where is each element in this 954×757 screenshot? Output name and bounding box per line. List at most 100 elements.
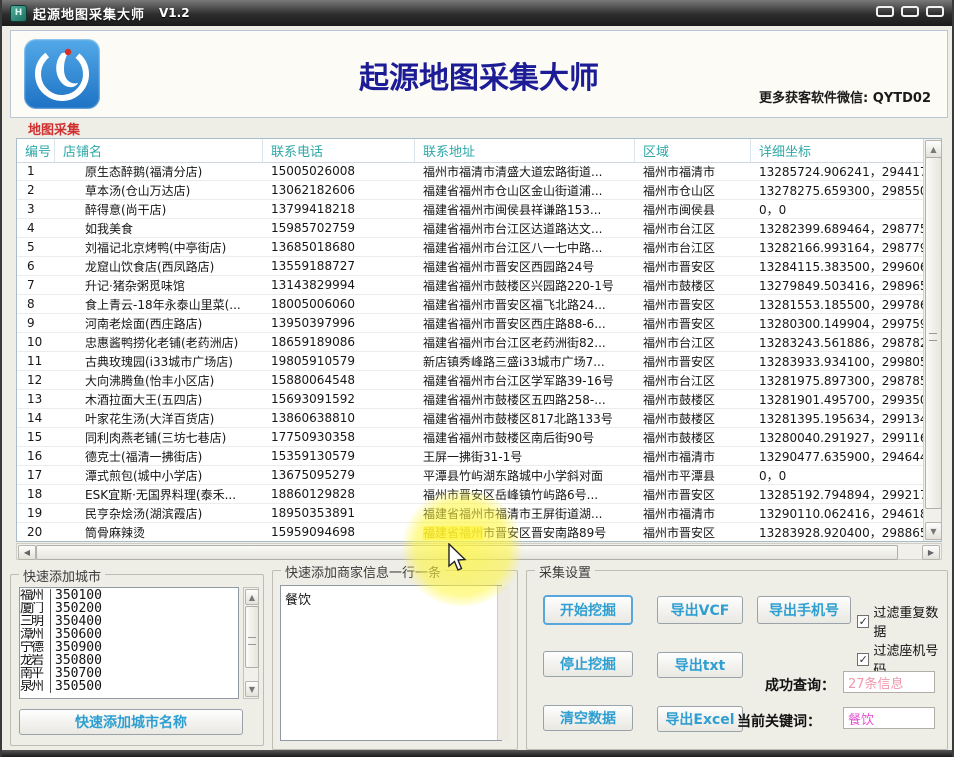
cell-address: 福建省福州市台江区老药洲街82... (415, 334, 635, 351)
scroll-left-icon[interactable]: ◀ (18, 545, 36, 560)
table-row[interactable]: 17潭式煎包(城中小学店)13675095279平潭县竹屿湖东路城中小学斜对面福… (17, 466, 923, 485)
city-name: 南平 (20, 667, 51, 680)
table-body: 1原生态醉鹅(福清分店)15005026008福州市福清市清盛大道宏路街道...… (17, 162, 923, 541)
merchant-textarea[interactable]: 餐饮 (280, 585, 502, 741)
cell-name: 古典玫瑰园(i33城市广场店) (55, 353, 263, 370)
maximize-button[interactable] (901, 6, 919, 17)
success-query-field[interactable]: 27条信息 (843, 671, 935, 693)
table-row[interactable]: 2草本汤(仓山万达店)13062182606福建省福州市仓山区金山街道浦...福… (17, 181, 923, 200)
cell-phone: 18950353891 (263, 506, 415, 520)
city-scroll-thumb[interactable] (245, 606, 259, 668)
table-row[interactable]: 15同利肉燕老铺(三坊七巷店)17750930358福建省福州市鼓楼区南后街90… (17, 428, 923, 447)
city-item[interactable]: 龙岩350800 (20, 654, 238, 667)
cell-name: 刘福记北京烤鸭(中亭街店) (55, 239, 263, 256)
stop-mining-button[interactable]: 停止挖掘 (543, 651, 633, 677)
col-header-region[interactable]: 区域 (635, 139, 751, 162)
col-header-phone[interactable]: 联系电话 (263, 139, 415, 162)
city-item[interactable]: 厦门350200 (20, 602, 238, 615)
city-item[interactable]: 泉州350500 (20, 680, 238, 693)
col-header-coords[interactable]: 详细坐标 (751, 139, 923, 162)
checkbox-checked-icon[interactable]: ✓ (857, 653, 869, 666)
cell-address: 福建省福州市晋安区福飞北路24... (415, 296, 635, 313)
cell-id: 13 (17, 392, 55, 406)
cell-region: 福州市仓山区 (635, 182, 751, 199)
filter-duplicate-checkbox[interactable]: ✓ 过滤重复数据 (857, 602, 947, 640)
scroll-up-icon[interactable]: ▲ (925, 140, 942, 158)
city-item[interactable]: 漳州350600 (20, 628, 238, 641)
cell-id: 4 (17, 221, 55, 235)
settings-title: 采集设置 (535, 562, 595, 581)
table-row[interactable]: 1原生态醉鹅(福清分店)15005026008福州市福清市清盛大道宏路街道...… (17, 162, 923, 181)
city-name: 福州 (20, 589, 51, 602)
export-phone-button[interactable]: 导出手机号 (757, 596, 851, 624)
table-row[interactable]: 16德克士(福清一拂街店)15359130579王屏一拂街31-1号福州市福清市… (17, 447, 923, 466)
current-keyword-field[interactable]: 餐饮 (843, 707, 935, 729)
col-header-address[interactable]: 联系地址 (415, 139, 635, 162)
table-row[interactable]: 13木酒拉面大王(五四店)15693091592福建省福州市鼓楼区五四路258-… (17, 390, 923, 409)
checkbox-checked-icon[interactable]: ✓ (857, 615, 869, 628)
merchant-scrollbar[interactable] (497, 586, 509, 740)
table-vertical-scrollbar[interactable]: ▲ ▼ (923, 139, 941, 541)
table-row[interactable]: 5刘福记北京烤鸭(中亭街店)13685018680福建省福州市台江区八一七中路.… (17, 238, 923, 257)
cell-coords: 13280300.149904，2997599. (751, 315, 923, 332)
export-txt-button[interactable]: 导出txt (657, 652, 743, 678)
cell-coords: 13278275.659300，2985507. (751, 182, 923, 199)
cell-address: 福建省福州市福清市王屏街道湖... (415, 505, 635, 522)
cell-address: 福州市晋安区岳峰镇竹屿路6号... (415, 486, 635, 503)
city-list-scrollbar[interactable]: ▲ ▼ (243, 587, 259, 699)
col-header-id[interactable]: 编号 (17, 139, 55, 162)
vertical-scroll-thumb[interactable] (925, 157, 942, 509)
city-item[interactable]: 宁德350900 (20, 641, 238, 654)
cell-address: 福建省福州市台江区八一七中路... (415, 239, 635, 256)
table-row[interactable]: 19民亨杂烩汤(湖滨霞店)18950353891福建省福州市福清市王屏街道湖..… (17, 504, 923, 523)
cell-name: 河南老烩面(西庄路店) (55, 315, 263, 332)
table-row[interactable]: 11古典玫瑰园(i33城市广场店)19805910579新店镇秀峰路三盛i33城… (17, 352, 923, 371)
export-vcf-button[interactable]: 导出VCF (657, 596, 743, 624)
table-row[interactable]: 12大向沸腾鱼(怡丰小区店)15880064548福建省福州市台江区学军路39-… (17, 371, 923, 390)
city-item[interactable]: 南平350700 (20, 667, 238, 680)
city-list[interactable]: 福州350100厦门350200三明350400漳州350600宁德350900… (19, 587, 239, 699)
cell-region: 福州市鼓楼区 (635, 429, 751, 446)
quick-city-groupbox: 快速添加城市 福州350100厦门350200三明350400漳州350600宁… (10, 574, 264, 746)
cell-phone: 13675095279 (263, 468, 415, 482)
tab-map-collect[interactable]: 地图采集 (28, 119, 80, 138)
start-mining-button[interactable]: 开始挖掘 (543, 595, 633, 625)
add-city-button[interactable]: 快速添加城市名称 (19, 709, 243, 735)
close-button[interactable] (926, 6, 944, 17)
scroll-down-icon[interactable]: ▼ (925, 522, 942, 540)
export-excel-button[interactable]: 导出Excel (657, 706, 743, 732)
cell-phone: 19805910579 (263, 354, 415, 368)
cell-address: 福建省福州市台江区学军路39-16号 (415, 372, 635, 389)
table-row[interactable]: 18ESK宜斯·无国界料理(泰禾...18860129828福州市晋安区岳峰镇竹… (17, 485, 923, 504)
table-row[interactable]: 4如我美食15985702759福建省福州市台江区达道路达文...福州市台江区1… (17, 219, 923, 238)
table-row[interactable]: 6龙窟山饮食店(西凤路店)13559188727福建省福州市晋安区西园路24号福… (17, 257, 923, 276)
table-row[interactable]: 7升记·猪杂粥觅味馆13143829994福建省福州市鼓楼区兴园路220-1号福… (17, 276, 923, 295)
window-bottom-edge (2, 750, 952, 757)
cell-id: 14 (17, 411, 55, 425)
table-row[interactable]: 8食上青云-18年永泰山里菜(...18005006060福建省福州市晋安区福飞… (17, 295, 923, 314)
cell-id: 8 (17, 297, 55, 311)
app-icon: H (10, 5, 27, 22)
city-item[interactable]: 福州350100 (20, 589, 238, 602)
cell-region: 福州市福清市 (635, 448, 751, 465)
city-item[interactable]: 三明350400 (20, 615, 238, 628)
quick-merchant-groupbox: 快速添加商家信息一行一条 餐饮 (272, 570, 518, 750)
scroll-up-icon[interactable]: ▲ (245, 589, 259, 605)
table-horizontal-scrollbar[interactable]: ◀ ▶ (16, 543, 942, 560)
table-row[interactable]: 14叶家花生汤(大洋百货店)13860638810福建省福州市鼓楼区817北路1… (17, 409, 923, 428)
clear-data-button[interactable]: 清空数据 (543, 705, 633, 731)
scroll-down-icon[interactable]: ▼ (245, 681, 259, 697)
col-header-name[interactable]: 店铺名 (55, 139, 263, 162)
table-row[interactable]: 9河南老烩面(西庄路店)13950397996福建省福州市晋安区西庄路88-6.… (17, 314, 923, 333)
table-row[interactable]: 3醉得意(尚干店)13799418218福建省福州市闽侯县祥谦路153...福州… (17, 200, 923, 219)
scroll-right-icon[interactable]: ▶ (922, 545, 940, 560)
cell-phone: 15985702759 (263, 221, 415, 235)
cell-id: 20 (17, 525, 55, 539)
minimize-button[interactable] (876, 6, 894, 17)
title-bar[interactable]: H 起源地图采集大师 V1.2 (2, 0, 952, 26)
city-name: 厦门 (20, 602, 51, 615)
cell-name: 潭式煎包(城中小学店) (55, 467, 263, 484)
table-row[interactable]: 10忠惠酱鸭捞化老铺(老药洲店)18659189086福建省福州市台江区老药洲街… (17, 333, 923, 352)
table-row[interactable]: 20筒骨麻辣烫15959094698福建省福州市晋安区晋安南路89号福州市晋安区… (17, 523, 923, 541)
cell-coords: 13281553.185500，2997866. (751, 296, 923, 313)
